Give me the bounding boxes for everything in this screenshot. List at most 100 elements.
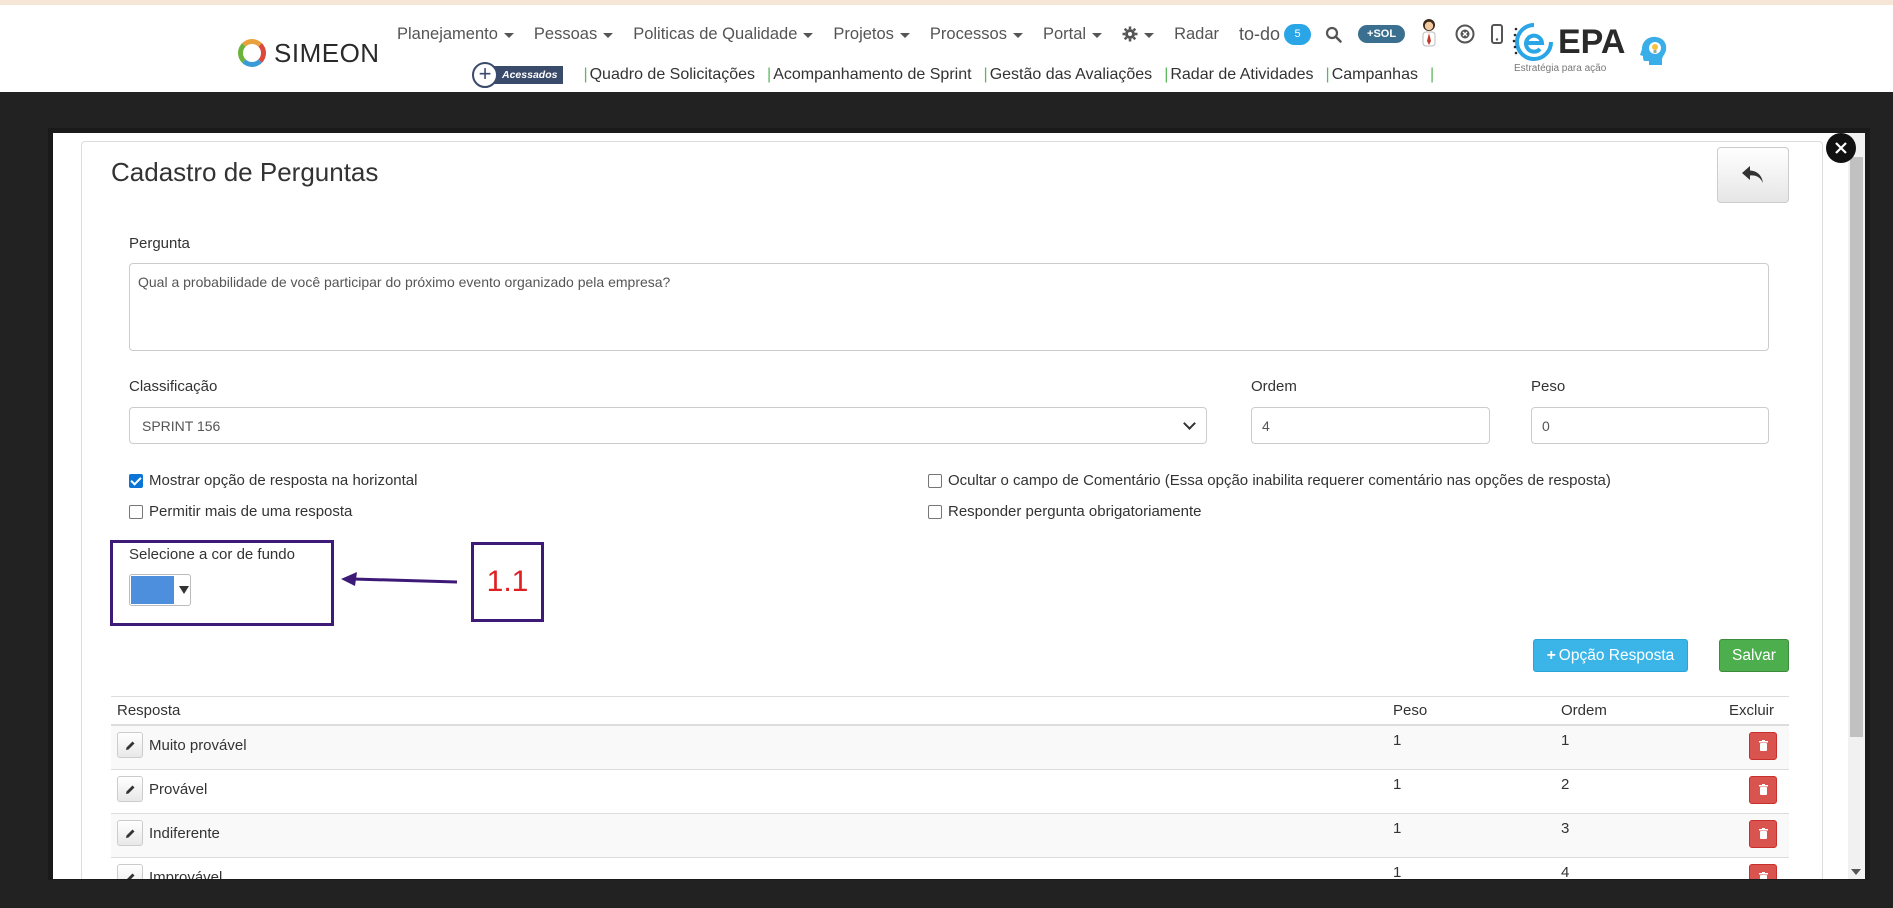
hide-comment-checkbox[interactable]: Ocultar o campo de Comentário (Essa opçã… bbox=[928, 472, 1611, 489]
table-row: Indiferente 1 3 bbox=[111, 814, 1789, 858]
annotation-arrow-icon bbox=[341, 572, 458, 586]
trash-icon[interactable] bbox=[1749, 732, 1777, 760]
table-row: Improvável 1 4 bbox=[111, 858, 1789, 879]
menu-projetos[interactable]: Projetos bbox=[833, 25, 910, 44]
pencil-icon[interactable] bbox=[117, 864, 143, 879]
back-button[interactable] bbox=[1717, 147, 1789, 203]
epa-e-icon bbox=[1512, 23, 1553, 61]
col-ordem: Ordem bbox=[1561, 702, 1607, 719]
simeon-logo-icon bbox=[236, 37, 268, 69]
menu-label: Planejamento bbox=[397, 24, 498, 43]
link-campanhas[interactable]: Campanhas bbox=[1332, 66, 1418, 84]
brain-idea-icon[interactable] bbox=[1636, 33, 1670, 72]
acessados-label: Acessados bbox=[492, 66, 564, 84]
epa-logo-mark: EPA bbox=[1512, 19, 1625, 65]
answer-cell: Provável bbox=[111, 776, 1393, 802]
menu-pessoas[interactable]: Pessoas bbox=[534, 25, 614, 44]
assistant-avatar-icon[interactable] bbox=[1419, 17, 1439, 51]
required-answer-label: Responder pergunta obrigatoriamente bbox=[948, 503, 1202, 520]
delete-cell bbox=[1729, 820, 1789, 848]
add-option-label: Opção Resposta bbox=[1558, 646, 1675, 664]
menu-processos[interactable]: Processos bbox=[930, 25, 1023, 44]
col-peso: Peso bbox=[1393, 702, 1428, 719]
menu-settings[interactable] bbox=[1122, 26, 1155, 42]
epa-tagline: Estratégia para ação bbox=[1514, 63, 1607, 74]
save-button[interactable]: Salvar bbox=[1719, 639, 1789, 672]
acessados-button[interactable]: + Acessados bbox=[472, 62, 564, 88]
required-answer-checkbox[interactable]: Responder pergunta obrigatoriamente bbox=[928, 503, 1202, 520]
bg-color-picker[interactable] bbox=[129, 574, 191, 606]
menu-label: Projetos bbox=[833, 24, 894, 43]
link-quadro-solicitacoes[interactable]: Quadro de Solicitações bbox=[590, 66, 755, 84]
checkbox-icon[interactable] bbox=[928, 504, 942, 519]
reply-arrow-icon bbox=[1742, 166, 1763, 183]
pencil-icon[interactable] bbox=[117, 776, 143, 802]
menu-label: Processos bbox=[929, 24, 1007, 43]
answer-text: Improvável bbox=[149, 868, 223, 880]
trash-icon[interactable] bbox=[1749, 864, 1777, 879]
classification-select[interactable]: SPRINT 156 bbox=[129, 407, 1207, 444]
epa-logo[interactable]: EPA Estratégia para ação bbox=[1512, 19, 1625, 74]
add-answer-option-button[interactable]: + Opção Resposta bbox=[1533, 639, 1688, 672]
answer-weight: 1 bbox=[1393, 864, 1402, 879]
menu-portal[interactable]: Portal bbox=[1042, 24, 1103, 44]
hide-comment-label: Ocultar o campo de Comentário (Essa opçã… bbox=[948, 472, 1611, 489]
plus-circle-icon: + bbox=[472, 62, 498, 88]
link-acompanhamento-sprint[interactable]: Acompanhamento de Sprint bbox=[773, 66, 971, 84]
link-gestao-avaliacoes[interactable]: Gestão das Avaliações bbox=[990, 66, 1152, 84]
weight-input[interactable]: 0 bbox=[1531, 407, 1769, 444]
caret-down-icon bbox=[1012, 33, 1023, 38]
answer-weight: 1 bbox=[1393, 732, 1402, 749]
menu-politicas[interactable]: Politicas de Qualidade bbox=[633, 25, 814, 44]
search-icon[interactable] bbox=[1325, 26, 1342, 43]
menu-label: Portal bbox=[1042, 24, 1087, 43]
col-resposta: Resposta bbox=[117, 702, 181, 719]
close-icon bbox=[1835, 142, 1847, 154]
help-circle-icon[interactable] bbox=[1455, 24, 1475, 44]
horizontal-option-label: Mostrar opção de resposta na horizontal bbox=[149, 472, 418, 489]
delete-cell bbox=[1729, 776, 1789, 804]
table-header: Resposta Peso Ordem Excluir bbox=[111, 696, 1789, 726]
horizontal-option-checkbox[interactable]: Mostrar opção de resposta na horizontal bbox=[129, 472, 417, 489]
classification-value: SPRINT 156 bbox=[142, 417, 221, 434]
pencil-icon[interactable] bbox=[117, 732, 143, 758]
trash-icon[interactable] bbox=[1749, 776, 1777, 804]
answer-cell: Improvável bbox=[111, 864, 1393, 879]
answer-order: 2 bbox=[1561, 776, 1570, 793]
caret-down-icon bbox=[1144, 33, 1155, 38]
close-modal-button[interactable] bbox=[1826, 133, 1856, 163]
multiple-answers-label: Permitir mais de uma resposta bbox=[149, 503, 353, 520]
menu-radar[interactable]: Radar bbox=[1174, 25, 1219, 44]
gear-icon bbox=[1122, 26, 1138, 42]
menu-planejamento[interactable]: Planejamento bbox=[397, 25, 514, 44]
checkbox-icon[interactable] bbox=[928, 473, 942, 488]
modal-scrollbar[interactable] bbox=[1848, 133, 1865, 879]
annotation-label: 1.1 bbox=[471, 542, 544, 622]
simeon-logo[interactable]: SIMEON bbox=[236, 35, 380, 71]
answer-text: Indiferente bbox=[149, 824, 220, 842]
pencil-icon[interactable] bbox=[117, 820, 143, 846]
multiple-answers-checkbox[interactable]: Permitir mais de uma resposta bbox=[129, 503, 352, 520]
sol-button[interactable]: +SOL bbox=[1358, 25, 1406, 43]
link-radar-atividades[interactable]: Radar de Atividades bbox=[1170, 66, 1313, 84]
trash-icon[interactable] bbox=[1749, 820, 1777, 848]
checkbox-icon[interactable] bbox=[129, 504, 143, 519]
simeon-logo-text: SIMEON bbox=[274, 37, 380, 68]
separator: | bbox=[1429, 66, 1435, 83]
scroll-down-arrow-icon[interactable] bbox=[1851, 869, 1861, 875]
todo-label: to-do bbox=[1239, 23, 1281, 44]
answer-text: Provável bbox=[149, 780, 208, 798]
separator: | bbox=[767, 66, 772, 83]
epa-logo-text: EPA bbox=[1558, 22, 1626, 61]
caret-down-icon bbox=[803, 33, 814, 38]
scrollbar-thumb[interactable] bbox=[1850, 157, 1863, 737]
table-row: Muito provável 1 1 bbox=[111, 726, 1789, 770]
question-modal: Cadastro de Perguntas Pergunta Qual a pr… bbox=[53, 133, 1848, 879]
todo-button[interactable]: to-do 5 bbox=[1239, 23, 1312, 45]
mobile-phone-icon[interactable] bbox=[1491, 24, 1504, 44]
question-textarea[interactable]: Qual a probabilidade de você participar … bbox=[129, 263, 1769, 351]
order-input[interactable]: 4 bbox=[1251, 407, 1490, 444]
checkbox-checked-icon[interactable] bbox=[129, 473, 143, 488]
answer-weight: 1 bbox=[1393, 776, 1402, 793]
separator: | bbox=[583, 66, 588, 83]
